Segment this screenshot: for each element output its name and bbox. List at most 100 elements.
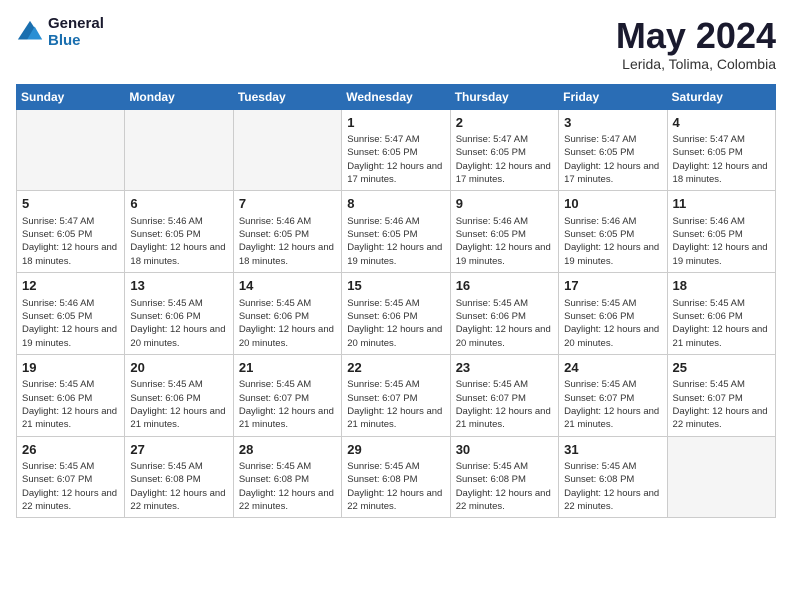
- day-info: Sunrise: 5:46 AM Sunset: 6:05 PM Dayligh…: [22, 297, 119, 350]
- day-info: Sunrise: 5:45 AM Sunset: 6:08 PM Dayligh…: [130, 460, 227, 513]
- day-header-saturday: Saturday: [667, 84, 775, 109]
- day-number: 5: [22, 195, 119, 213]
- calendar-cell: 2Sunrise: 5:47 AM Sunset: 6:05 PM Daylig…: [450, 109, 558, 191]
- calendar-cell: 9Sunrise: 5:46 AM Sunset: 6:05 PM Daylig…: [450, 191, 558, 273]
- day-number: 18: [673, 277, 770, 295]
- title-block: May 2024 Lerida, Tolima, Colombia: [616, 16, 776, 72]
- day-header-thursday: Thursday: [450, 84, 558, 109]
- day-number: 21: [239, 359, 336, 377]
- day-number: 30: [456, 441, 553, 459]
- day-number: 27: [130, 441, 227, 459]
- day-info: Sunrise: 5:45 AM Sunset: 6:08 PM Dayligh…: [347, 460, 444, 513]
- calendar-cell: 4Sunrise: 5:47 AM Sunset: 6:05 PM Daylig…: [667, 109, 775, 191]
- day-info: Sunrise: 5:45 AM Sunset: 6:07 PM Dayligh…: [239, 378, 336, 431]
- calendar-cell: 5 Sunrise: 5:47 AM Sunset: 6:05 PM Daylig…: [17, 191, 125, 273]
- calendar-cell: [17, 109, 125, 191]
- day-number: 15: [347, 277, 444, 295]
- day-header-friday: Friday: [559, 84, 667, 109]
- day-number: 28: [239, 441, 336, 459]
- calendar-cell: 11Sunrise: 5:46 AM Sunset: 6:05 PM Dayli…: [667, 191, 775, 273]
- day-info: Sunrise: 5:45 AM Sunset: 6:08 PM Dayligh…: [239, 460, 336, 513]
- logo-blue: Blue: [48, 33, 104, 50]
- week-row-2: 5 Sunrise: 5:47 AM Sunset: 6:05 PM Daylig…: [17, 191, 776, 273]
- day-info: Sunrise: 5:46 AM Sunset: 6:05 PM Dayligh…: [239, 215, 336, 268]
- day-info: Sunrise: 5:45 AM Sunset: 6:06 PM Dayligh…: [564, 297, 661, 350]
- logo-text: General Blue: [48, 16, 104, 49]
- calendar-cell: 25Sunrise: 5:45 AM Sunset: 6:07 PM Dayli…: [667, 354, 775, 436]
- calendar-cell: 15 Sunrise: 5:45 AM Sunset: 6:06 PM Dayli…: [342, 273, 450, 355]
- calendar-table: SundayMondayTuesdayWednesdayThursdayFrid…: [16, 84, 776, 519]
- day-info: Sunrise: 5:47 AM Sunset: 6:05 PM Dayligh…: [673, 133, 770, 186]
- day-number: 10: [564, 195, 661, 213]
- calendar-cell: 6 Sunrise: 5:46 AM Sunset: 6:05 PM Daylig…: [125, 191, 233, 273]
- day-info: Sunrise: 5:45 AM Sunset: 6:07 PM Dayligh…: [564, 378, 661, 431]
- day-number: 31: [564, 441, 661, 459]
- day-number: 11: [673, 195, 770, 213]
- day-info: Sunrise: 5:45 AM Sunset: 6:06 PM Dayligh…: [239, 297, 336, 350]
- calendar-cell: 27Sunrise: 5:45 AM Sunset: 6:08 PM Dayli…: [125, 436, 233, 518]
- day-info: Sunrise: 5:47 AM Sunset: 6:05 PM Dayligh…: [564, 133, 661, 186]
- calendar-cell: 12Sunrise: 5:46 AM Sunset: 6:05 PM Dayli…: [17, 273, 125, 355]
- day-number: 7: [239, 195, 336, 213]
- day-number: 13: [130, 277, 227, 295]
- day-header-wednesday: Wednesday: [342, 84, 450, 109]
- calendar-cell: 18 Sunrise: 5:45 AM Sunset: 6:06 PM Dayli…: [667, 273, 775, 355]
- day-header-sunday: Sunday: [17, 84, 125, 109]
- day-info: Sunrise: 5:45 AM Sunset: 6:06 PM Dayligh…: [347, 297, 444, 350]
- calendar-cell: 20Sunrise: 5:45 AM Sunset: 6:06 PM Dayli…: [125, 354, 233, 436]
- page-header: General Blue May 2024 Lerida, Tolima, Co…: [16, 16, 776, 72]
- location-title: Lerida, Tolima, Colombia: [616, 56, 776, 72]
- calendar-cell: 1Sunrise: 5:47 AM Sunset: 6:05 PM Daylig…: [342, 109, 450, 191]
- day-info: Sunrise: 5:47 AM Sunset: 6:05 PM Dayligh…: [456, 133, 553, 186]
- day-header-monday: Monday: [125, 84, 233, 109]
- day-info: Sunrise: 5:47 AM Sunset: 6:05 PM Dayligh…: [347, 133, 444, 186]
- calendar-header: SundayMondayTuesdayWednesdayThursdayFrid…: [17, 84, 776, 109]
- day-info: Sunrise: 5:45 AM Sunset: 6:07 PM Dayligh…: [456, 378, 553, 431]
- calendar-cell: 26Sunrise: 5:45 AM Sunset: 6:07 PM Dayli…: [17, 436, 125, 518]
- day-number: 19: [22, 359, 119, 377]
- calendar-cell: 7 Sunrise: 5:46 AM Sunset: 6:05 PM Daylig…: [233, 191, 341, 273]
- day-info: Sunrise: 5:45 AM Sunset: 6:07 PM Dayligh…: [673, 378, 770, 431]
- calendar-cell: 31Sunrise: 5:45 AM Sunset: 6:08 PM Dayli…: [559, 436, 667, 518]
- day-header-tuesday: Tuesday: [233, 84, 341, 109]
- day-number: 14: [239, 277, 336, 295]
- day-number: 8: [347, 195, 444, 213]
- logo-icon: [16, 19, 44, 47]
- calendar-cell: 19Sunrise: 5:45 AM Sunset: 6:06 PM Dayli…: [17, 354, 125, 436]
- week-row-1: 1Sunrise: 5:47 AM Sunset: 6:05 PM Daylig…: [17, 109, 776, 191]
- logo-general: General: [48, 16, 104, 33]
- day-number: 2: [456, 114, 553, 132]
- calendar-cell: 29Sunrise: 5:45 AM Sunset: 6:08 PM Dayli…: [342, 436, 450, 518]
- calendar-cell: 28Sunrise: 5:45 AM Sunset: 6:08 PM Dayli…: [233, 436, 341, 518]
- calendar-cell: 13 Sunrise: 5:45 AM Sunset: 6:06 PM Dayli…: [125, 273, 233, 355]
- day-info: Sunrise: 5:47 AM Sunset: 6:05 PM Dayligh…: [22, 215, 119, 268]
- day-number: 24: [564, 359, 661, 377]
- day-number: 29: [347, 441, 444, 459]
- week-row-4: 19Sunrise: 5:45 AM Sunset: 6:06 PM Dayli…: [17, 354, 776, 436]
- day-info: Sunrise: 5:45 AM Sunset: 6:06 PM Dayligh…: [673, 297, 770, 350]
- day-headers-row: SundayMondayTuesdayWednesdayThursdayFrid…: [17, 84, 776, 109]
- month-title: May 2024: [616, 16, 776, 56]
- logo: General Blue: [16, 16, 104, 49]
- day-info: Sunrise: 5:45 AM Sunset: 6:07 PM Dayligh…: [347, 378, 444, 431]
- week-row-5: 26Sunrise: 5:45 AM Sunset: 6:07 PM Dayli…: [17, 436, 776, 518]
- calendar-cell: [667, 436, 775, 518]
- day-info: Sunrise: 5:45 AM Sunset: 6:07 PM Dayligh…: [22, 460, 119, 513]
- day-number: 16: [456, 277, 553, 295]
- day-number: 26: [22, 441, 119, 459]
- day-number: 9: [456, 195, 553, 213]
- day-number: 6: [130, 195, 227, 213]
- day-number: 22: [347, 359, 444, 377]
- day-info: Sunrise: 5:45 AM Sunset: 6:06 PM Dayligh…: [130, 297, 227, 350]
- day-info: Sunrise: 5:45 AM Sunset: 6:06 PM Dayligh…: [22, 378, 119, 431]
- day-number: 3: [564, 114, 661, 132]
- day-number: 20: [130, 359, 227, 377]
- day-number: 1: [347, 114, 444, 132]
- calendar-cell: [233, 109, 341, 191]
- calendar-body: 1Sunrise: 5:47 AM Sunset: 6:05 PM Daylig…: [17, 109, 776, 518]
- day-info: Sunrise: 5:46 AM Sunset: 6:05 PM Dayligh…: [130, 215, 227, 268]
- calendar-cell: [125, 109, 233, 191]
- calendar-cell: 24Sunrise: 5:45 AM Sunset: 6:07 PM Dayli…: [559, 354, 667, 436]
- calendar-cell: 30Sunrise: 5:45 AM Sunset: 6:08 PM Dayli…: [450, 436, 558, 518]
- calendar-cell: 8Sunrise: 5:46 AM Sunset: 6:05 PM Daylig…: [342, 191, 450, 273]
